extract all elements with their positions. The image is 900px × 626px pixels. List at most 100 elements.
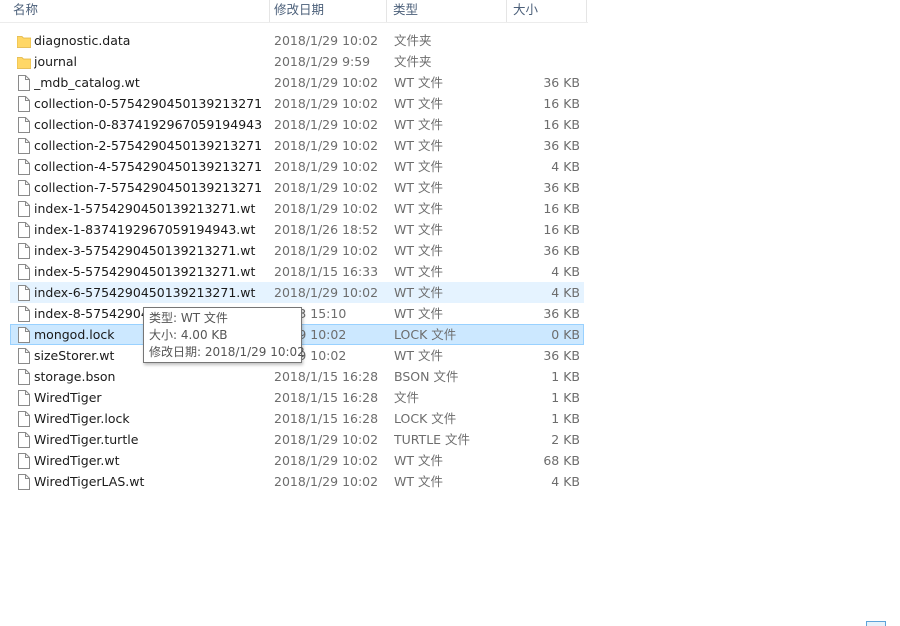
file-size (508, 31, 580, 50)
file-size: 1 KB (551, 390, 580, 405)
column-header-type[interactable]: 类型 (390, 0, 507, 22)
file-type: WT 文件 (394, 159, 443, 174)
file-size: 16 KB (543, 117, 580, 132)
file-date: 2018/1/29 10:02 (274, 432, 379, 447)
file-row[interactable]: collection-2-5754290450139213271.wt 2018/… (10, 135, 584, 156)
file-name: collection-4-5754290450139213271.wt (34, 159, 262, 174)
file-size: 36 KB (543, 138, 580, 153)
file-type: WT 文件 (394, 75, 443, 90)
column-header-date[interactable]: 修改日期 (271, 0, 387, 22)
file-icon (17, 75, 31, 91)
file-size: 1 KB (551, 411, 580, 426)
file-type: 文件夹 (394, 54, 432, 69)
file-name: index-1-5754290450139213271.wt (34, 201, 256, 216)
tooltip-date: 修改日期: 2018/1/29 10:02 (149, 345, 305, 359)
file-name: WiredTiger.lock (34, 411, 130, 426)
file-date: 2018/1/15 16:33 (274, 264, 379, 279)
file-icon (17, 306, 31, 322)
file-type: WT 文件 (394, 285, 443, 300)
file-row[interactable]: WiredTiger.wt 2018/1/29 10:02 WT 文件 68 KB (10, 450, 584, 471)
file-name: collection-0-8374192967059194943.wt (34, 117, 262, 132)
file-type: WT 文件 (394, 264, 443, 279)
file-row[interactable]: diagnostic.data 2018/1/29 10:02 文件夹 (10, 30, 584, 51)
file-row[interactable]: WiredTiger 2018/1/15 16:28 文件 1 KB (10, 387, 584, 408)
file-icon (17, 411, 31, 427)
file-row[interactable]: index-6-5754290450139213271.wt 2018/1/29 … (10, 282, 584, 303)
file-size: 4 KB (551, 474, 580, 489)
file-icon (17, 180, 31, 196)
file-size: 16 KB (543, 96, 580, 111)
file-name: collection-7-5754290450139213271.wt (34, 180, 262, 195)
file-type: 文件夹 (394, 33, 432, 48)
file-date: 2018/1/26 18:52 (274, 222, 379, 237)
file-size (508, 52, 580, 71)
file-date: 2018/1/29 9:59 (274, 54, 371, 69)
folder-icon (16, 33, 32, 49)
file-icon (17, 243, 31, 259)
file-date: 2018/1/29 10:02 (274, 159, 379, 174)
file-date: 2018/1/15 16:28 (274, 369, 379, 384)
file-icon (17, 285, 31, 301)
file-icon (17, 117, 31, 133)
file-size: 4 KB (551, 264, 580, 279)
file-date: 2018/1/29 10:02 (274, 474, 379, 489)
file-row[interactable]: index-3-5754290450139213271.wt 2018/1/29 … (10, 240, 584, 261)
file-icon (17, 201, 31, 217)
tooltip-type: 类型: WT 文件 (149, 311, 228, 325)
file-row[interactable]: collection-0-8374192967059194943.wt 2018/… (10, 114, 584, 135)
file-type: WT 文件 (394, 117, 443, 132)
file-date: 2018/1/29 10:02 (274, 96, 379, 111)
file-row[interactable]: collection-0-5754290450139213271.wt 2018/… (10, 93, 584, 114)
file-date: 2018/1/29 10:02 (274, 75, 379, 90)
file-icon (17, 264, 31, 280)
file-type: WT 文件 (394, 453, 443, 468)
file-name: index-6-5754290450139213271.wt (34, 285, 256, 300)
file-name: journal (34, 54, 78, 69)
file-type: WT 文件 (394, 96, 443, 111)
file-type: WT 文件 (394, 138, 443, 153)
file-name: index-5-5754290450139213271.wt (34, 264, 256, 279)
file-type: WT 文件 (394, 180, 443, 195)
file-type: LOCK 文件 (394, 411, 457, 426)
file-row[interactable]: _mdb_catalog.wt 2018/1/29 10:02 WT 文件 36 KB (10, 72, 584, 93)
file-name: WiredTiger (34, 390, 102, 405)
file-type: WT 文件 (394, 306, 443, 321)
file-type: WT 文件 (394, 222, 443, 237)
file-icon (17, 369, 31, 385)
file-row[interactable]: index-1-8374192967059194943.wt 2018/1/26 … (10, 219, 584, 240)
file-name: index-1-8374192967059194943.wt (34, 222, 256, 237)
column-header-name[interactable]: 名称 (10, 0, 270, 22)
file-row[interactable]: collection-7-5754290450139213271.wt 2018/… (10, 177, 584, 198)
file-row[interactable]: index-5-5754290450139213271.wt 2018/1/15 … (10, 261, 584, 282)
column-header-size[interactable]: 大小 (510, 0, 587, 22)
file-date: 2018/1/29 10:02 (274, 453, 379, 468)
file-size: 1 KB (551, 369, 580, 384)
file-date: 2018/1/29 10:02 (274, 243, 379, 258)
file-name: diagnostic.data (34, 33, 131, 48)
file-row[interactable]: storage.bson 2018/1/15 16:28 BSON 文件 1 KB (10, 366, 584, 387)
file-row[interactable]: index-1-5754290450139213271.wt 2018/1/29 … (10, 198, 584, 219)
file-row[interactable]: WiredTiger.turtle 2018/1/29 10:02 TURTLE 文… (10, 429, 584, 450)
file-icon (17, 327, 31, 343)
file-icon (17, 432, 31, 448)
file-size: 36 KB (543, 348, 580, 363)
file-row[interactable]: journal 2018/1/29 9:59 文件夹 (10, 51, 584, 72)
file-type: BSON 文件 (394, 369, 459, 384)
file-icon (17, 222, 31, 238)
file-type: WT 文件 (394, 243, 443, 258)
file-type: TURTLE 文件 (394, 432, 471, 447)
folder-icon (16, 54, 32, 70)
file-date: 2018/1/29 10:02 (274, 285, 379, 300)
file-type: WT 文件 (394, 474, 443, 489)
file-info-tooltip: 类型: WT 文件 大小: 4.00 KB 修改日期: 2018/1/29 10… (143, 307, 305, 363)
file-row[interactable]: WiredTigerLAS.wt 2018/1/29 10:02 WT 文件 4 KB (10, 471, 584, 492)
resize-handle[interactable] (866, 621, 886, 626)
column-header-bar: 名称 修改日期 类型 大小 (0, 0, 588, 23)
file-size: 36 KB (543, 306, 580, 321)
tooltip-size: 大小: 4.00 KB (149, 328, 228, 342)
file-type: WT 文件 (394, 201, 443, 216)
file-row[interactable]: WiredTiger.lock 2018/1/15 16:28 LOCK 文件 1 K… (10, 408, 584, 429)
file-name: WiredTiger.wt (34, 453, 120, 468)
file-date: 2018/1/29 10:02 (274, 33, 379, 48)
file-row[interactable]: collection-4-5754290450139213271.wt 2018/… (10, 156, 584, 177)
